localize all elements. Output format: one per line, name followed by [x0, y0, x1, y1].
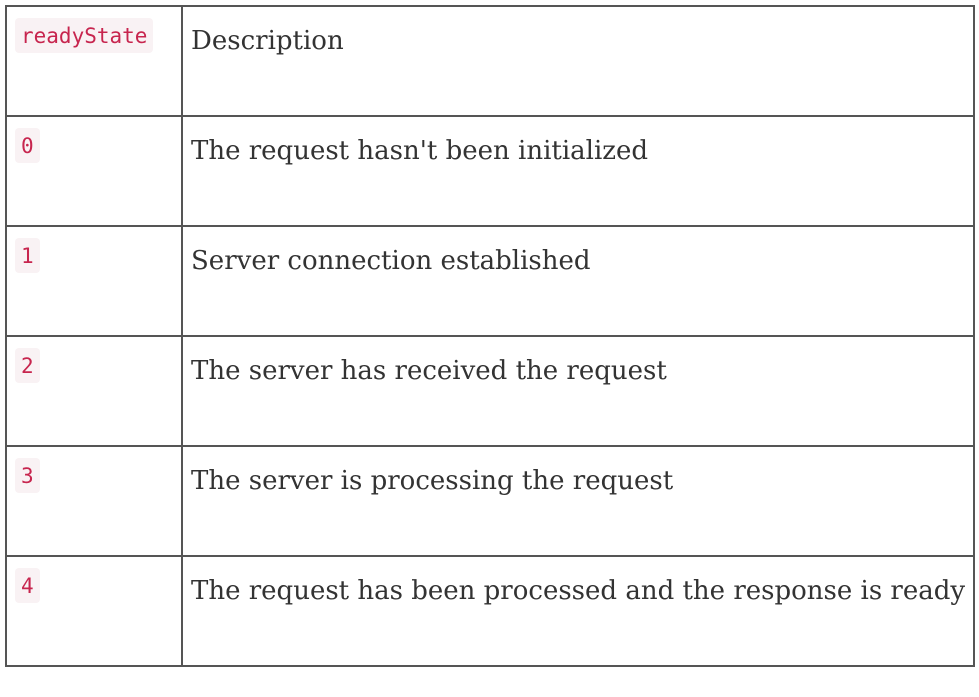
header-state-code: readyState	[15, 18, 154, 53]
state-cell: 1	[5, 225, 183, 337]
state-code: 3	[15, 458, 40, 493]
state-code: 2	[15, 348, 40, 383]
table-row: 0 The request hasn't been initialized	[5, 115, 975, 227]
header-description-label: Description	[191, 26, 344, 56]
state-description: The request has been processed and the r…	[191, 576, 966, 606]
state-code: 4	[15, 568, 40, 603]
state-description: The server has received the request	[191, 356, 667, 386]
state-description: The request hasn't been initialized	[191, 136, 649, 166]
description-cell: The request hasn't been initialized	[181, 115, 975, 227]
state-description: Server connection established	[191, 246, 591, 276]
ready-state-table: readyState Description 0 The request has…	[5, 5, 975, 667]
state-code: 1	[15, 238, 40, 273]
description-cell: The request has been processed and the r…	[181, 555, 975, 667]
table-row: 1 Server connection established	[5, 225, 975, 337]
state-cell: 2	[5, 335, 183, 447]
table-row: 4 The request has been processed and the…	[5, 555, 975, 667]
state-code: 0	[15, 128, 40, 163]
state-cell: 3	[5, 445, 183, 557]
description-cell: The server has received the request	[181, 335, 975, 447]
header-cell-description: Description	[181, 5, 975, 117]
state-description: The server is processing the request	[191, 466, 674, 496]
description-cell: Server connection established	[181, 225, 975, 337]
table-row: 2 The server has received the request	[5, 335, 975, 447]
table-header-row: readyState Description	[5, 5, 975, 117]
header-cell-state: readyState	[5, 5, 183, 117]
state-cell: 0	[5, 115, 183, 227]
state-cell: 4	[5, 555, 183, 667]
description-cell: The server is processing the request	[181, 445, 975, 557]
table-row: 3 The server is processing the request	[5, 445, 975, 557]
